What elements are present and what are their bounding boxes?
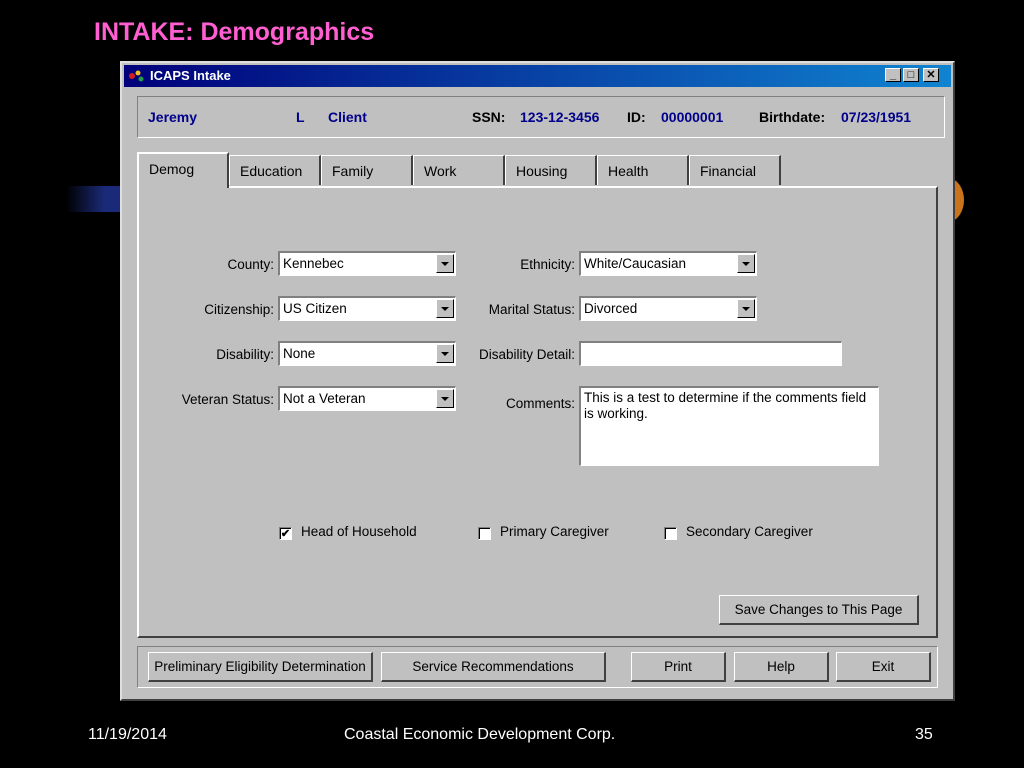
footer-organization: Coastal Economic Development Corp. <box>344 726 616 743</box>
print-button[interactable]: Print <box>631 652 726 682</box>
veteran-status-select[interactable]: Not a Veteran <box>278 386 456 411</box>
primary-caregiver-checkbox[interactable] <box>478 527 491 540</box>
citizenship-label: Citizenship: <box>204 302 274 317</box>
demographics-panel: County: Kennebec Citizenship: US Citizen… <box>137 186 938 638</box>
app-icon <box>128 68 146 84</box>
county-label: County: <box>227 257 274 272</box>
ssn-label: SSN: <box>472 109 506 125</box>
veteran-status-value: Not a Veteran <box>283 391 366 406</box>
ssn-value: 123-12-3456 <box>520 109 600 125</box>
disability-detail-label: Disability Detail: <box>478 347 575 362</box>
ethnicity-value: White/Caucasian <box>584 256 687 271</box>
id-value: 00000001 <box>661 109 724 125</box>
footer-date: 11/19/2014 <box>88 726 167 743</box>
dropdown-arrow-icon[interactable] <box>436 344 454 363</box>
client-middle-initial: L <box>296 109 305 125</box>
dropdown-arrow-icon[interactable] <box>436 299 454 318</box>
minimize-icon[interactable]: _ <box>885 68 901 82</box>
ethnicity-select[interactable]: White/Caucasian <box>579 251 757 276</box>
tab-health[interactable]: Health <box>597 155 689 185</box>
eligibility-determination-button[interactable]: Preliminary Eligibility Determination <box>148 652 373 682</box>
window-titlebar[interactable]: ICAPS Intake _ □ ✕ <box>124 65 951 87</box>
slide-title: INTAKE: Demographics <box>94 18 375 46</box>
close-icon[interactable]: ✕ <box>923 68 939 82</box>
secondary-caregiver-checkbox[interactable] <box>664 527 677 540</box>
client-header: Jeremy L Client SSN: 123-12-3456 ID: 000… <box>137 96 945 138</box>
tab-financial[interactable]: Financial <box>689 155 781 185</box>
marital-status-label: Marital Status: <box>488 302 575 317</box>
client-last-name: Client <box>328 109 367 125</box>
save-changes-button[interactable]: Save Changes to This Page <box>719 595 919 625</box>
client-first-name: Jeremy <box>148 109 198 125</box>
birthdate-label: Birthdate: <box>759 109 826 125</box>
exit-button[interactable]: Exit <box>836 652 931 682</box>
head-of-household-checkbox[interactable]: ✔ <box>279 527 292 540</box>
help-button[interactable]: Help <box>734 652 829 682</box>
disability-select[interactable]: None <box>278 341 456 366</box>
action-bar: Preliminary Eligibility Determination Se… <box>137 646 938 688</box>
comments-textarea[interactable]: This is a test to determine if the comme… <box>579 386 879 466</box>
window-title: ICAPS Intake <box>150 68 231 83</box>
marital-status-select[interactable]: Divorced <box>579 296 757 321</box>
secondary-caregiver-label[interactable]: Secondary Caregiver <box>686 524 813 539</box>
dropdown-arrow-icon[interactable] <box>436 254 454 273</box>
marital-status-value: Divorced <box>584 301 638 316</box>
tab-education[interactable]: Education <box>229 155 321 185</box>
tab-work[interactable]: Work <box>413 155 505 185</box>
veteran-status-label: Veteran Status: <box>181 392 274 407</box>
disability-value: None <box>283 346 316 361</box>
id-label: ID: <box>627 109 646 125</box>
dropdown-arrow-icon[interactable] <box>737 254 755 273</box>
icaps-intake-window: ICAPS Intake _ □ ✕ Jeremy L Client SSN: … <box>120 61 955 701</box>
disability-label: Disability: <box>216 347 274 362</box>
ethnicity-label: Ethnicity: <box>520 257 575 272</box>
dropdown-arrow-icon[interactable] <box>737 299 755 318</box>
dropdown-arrow-icon[interactable] <box>436 389 454 408</box>
birthdate-value: 07/23/1951 <box>841 109 912 125</box>
comments-label: Comments: <box>505 396 575 411</box>
primary-caregiver-label[interactable]: Primary Caregiver <box>500 524 609 539</box>
footer-page-number: 35 <box>915 726 933 743</box>
service-recommendations-button[interactable]: Service Recommendations <box>381 652 606 682</box>
citizenship-value: US Citizen <box>283 301 347 316</box>
maximize-icon[interactable]: □ <box>903 68 919 82</box>
disability-detail-input[interactable] <box>579 341 842 366</box>
checkmark-icon: ✔ <box>280 528 291 540</box>
citizenship-select[interactable]: US Citizen <box>278 296 456 321</box>
tab-demog[interactable]: Demog <box>137 152 229 188</box>
head-of-household-label[interactable]: Head of Household <box>301 524 417 539</box>
tab-family[interactable]: Family <box>321 155 413 185</box>
county-value: Kennebec <box>283 256 344 271</box>
tab-housing[interactable]: Housing <box>505 155 597 185</box>
county-select[interactable]: Kennebec <box>278 251 456 276</box>
